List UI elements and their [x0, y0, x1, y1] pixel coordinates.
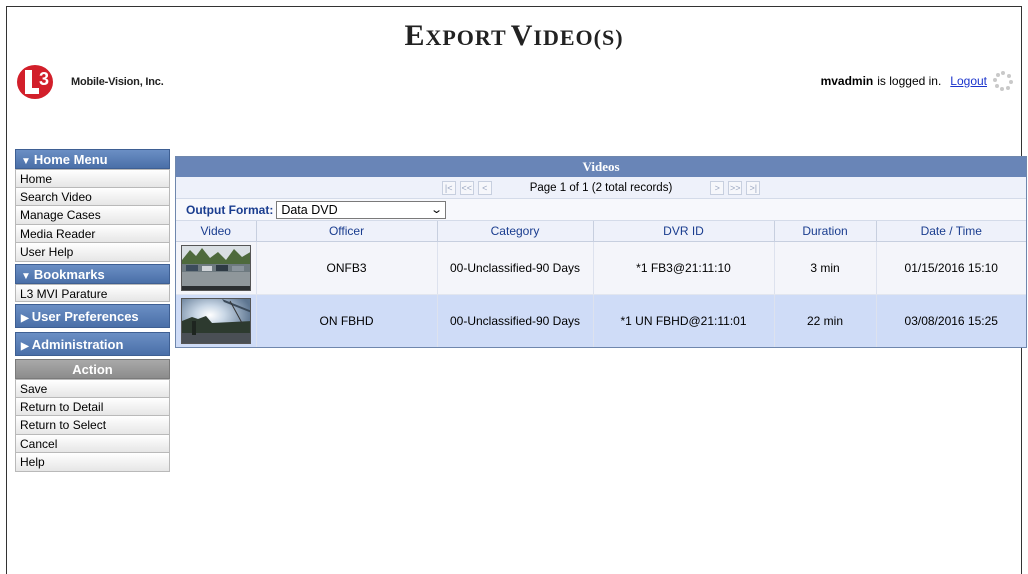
triangle-right-icon: ▶: [21, 313, 29, 324]
next-page-button[interactable]: >: [710, 180, 725, 195]
last-page-button[interactable]: >|: [746, 180, 761, 195]
home-menu-header[interactable]: ▼ Home Menu: [15, 149, 170, 169]
officer-cell: ON FBHD: [256, 294, 438, 347]
output-format-select[interactable]: Data DVD ⌄: [276, 200, 447, 219]
sidebar-item-user-help[interactable]: User Help: [15, 243, 170, 262]
triangle-down-icon: ▼: [21, 270, 31, 282]
user-preferences-header[interactable]: ▶ User Preferences: [15, 304, 170, 328]
officer-cell: ONFB3: [256, 241, 438, 295]
column-header-date-time[interactable]: Date / Time: [876, 221, 1026, 242]
column-header-dvr-id[interactable]: DVR ID: [593, 221, 775, 242]
column-header-officer[interactable]: Officer: [256, 221, 438, 242]
sidebar-item-home[interactable]: Home: [15, 169, 170, 188]
username: mvadmin: [820, 74, 874, 88]
sidebar-item-manage-cases[interactable]: Manage Cases: [15, 206, 170, 225]
category-cell: 00-Unclassified-90 Days: [437, 294, 594, 347]
action-return-to-select[interactable]: Return to Select: [15, 416, 170, 435]
previous-page-button[interactable]: <: [477, 180, 492, 195]
dvr-id-cell: *1 FB3@21:11:10: [593, 241, 775, 295]
videos-panel: Videos |< << < Page 1 of 1 (2 total reco…: [175, 156, 1027, 348]
action-cancel[interactable]: Cancel: [15, 434, 170, 453]
company-name: Mobile-Vision, Inc.: [71, 76, 164, 88]
duration-cell: 3 min: [774, 241, 877, 295]
chevron-down-icon: ⌄: [430, 204, 444, 216]
user-status-bar: mvadmin is logged in. Logout: [821, 71, 1013, 91]
video-cell[interactable]: [176, 241, 257, 295]
date-time-cell: 03/08/2016 15:25: [876, 294, 1026, 347]
first-page-button[interactable]: |<: [441, 180, 456, 195]
bookmarks-header[interactable]: ▼ Bookmarks: [15, 263, 170, 284]
date-time-cell: 01/15/2016 15:10: [876, 241, 1026, 295]
column-header-duration[interactable]: Duration: [774, 221, 877, 242]
output-format-value: Data DVD: [281, 202, 338, 217]
videos-table: Video Officer Category DVR ID Duration D…: [176, 221, 1026, 347]
triangle-down-icon: ▼: [21, 156, 31, 167]
triangle-right-icon: ▶: [21, 341, 29, 352]
output-format-row: Output Format: Data DVD ⌄: [176, 199, 1026, 221]
action-save[interactable]: Save: [15, 379, 170, 398]
sidebar-item-media-reader[interactable]: Media Reader: [15, 224, 170, 243]
sunset-road-thumbnail-icon[interactable]: [180, 297, 251, 344]
output-format-label: Output Format:: [186, 202, 274, 217]
previous-pages-button[interactable]: <<: [459, 180, 474, 195]
loading-spinner-icon: [993, 71, 1013, 91]
l3-logo-icon: L3 3: [13, 63, 67, 101]
sidebar: ▼ Home Menu Home Search Video Manage Case…: [15, 149, 170, 472]
page-info: Page 1 of 1 (2 total records): [529, 181, 673, 194]
column-header-category[interactable]: Category: [437, 221, 594, 242]
parking-lot-thumbnail-icon[interactable]: [180, 244, 251, 291]
dvr-id-cell: *1 UN FBHD@21:11:01: [593, 294, 775, 347]
table-row[interactable]: ONFB3 00-Unclassified-90 Days *1 FB3@21:…: [176, 241, 1026, 295]
column-header-video[interactable]: Video: [176, 221, 257, 242]
action-return-to-detail[interactable]: Return to Detail: [15, 397, 170, 416]
action-help[interactable]: Help: [15, 453, 170, 472]
login-status: is logged in.: [877, 74, 942, 88]
action-header: Action: [15, 359, 170, 379]
duration-cell: 22 min: [774, 294, 877, 347]
sidebar-item-l3-mvi-parature[interactable]: L3 MVI Parature: [15, 283, 170, 302]
main-frame: EXPORT VIDEO(S) L3 3 Mobile-Vision, Inc.…: [6, 6, 1027, 574]
category-cell: 00-Unclassified-90 Days: [437, 241, 594, 295]
videos-panel-title: Videos: [176, 157, 1026, 177]
page-title: EXPORT VIDEO(S): [404, 19, 624, 52]
pager: |< << < Page 1 of 1 (2 total records) > …: [176, 177, 1026, 199]
administration-header[interactable]: ▶ Administration: [15, 332, 170, 356]
sidebar-item-search-video[interactable]: Search Video: [15, 187, 170, 206]
video-cell[interactable]: [176, 294, 257, 347]
logout-link[interactable]: Logout: [950, 74, 987, 88]
company-logo: L3 3 Mobile-Vision, Inc.: [13, 63, 164, 101]
table-header-row: Video Officer Category DVR ID Duration D…: [176, 221, 1026, 242]
next-pages-button[interactable]: >>: [728, 180, 743, 195]
table-row[interactable]: ON FBHD 00-Unclassified-90 Days *1 UN FB…: [176, 294, 1026, 347]
